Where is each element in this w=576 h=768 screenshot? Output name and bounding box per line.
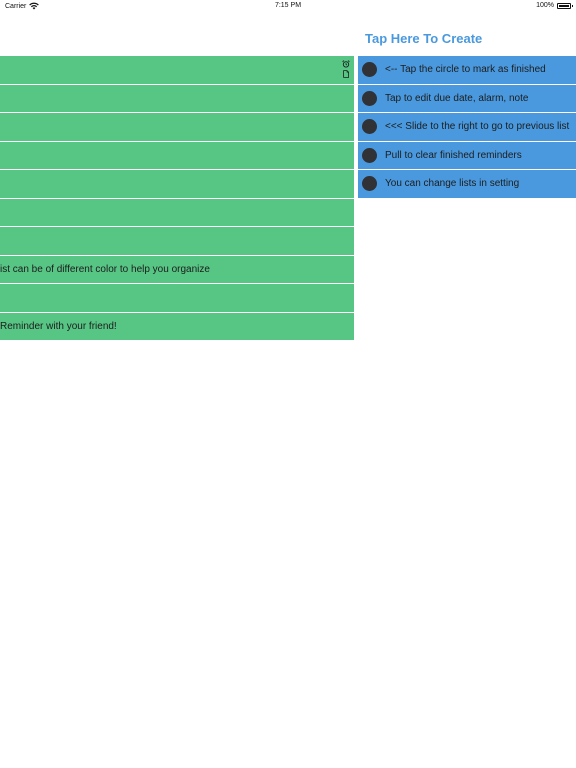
current-list: <-- Tap the circle to mark as finished Ta… [358, 56, 576, 199]
list-item[interactable] [0, 141, 354, 170]
list-item[interactable]: ist can be of different color to help yo… [0, 255, 354, 284]
list-item[interactable] [0, 84, 354, 113]
complete-circle-button[interactable] [362, 90, 377, 106]
list-item[interactable] [0, 170, 354, 199]
status-time: 7:15 PM [274, 2, 302, 9]
list-item-text: You can change lists in setting [385, 178, 520, 190]
battery-percent: 100% [536, 2, 554, 9]
list-item[interactable]: You can change lists in setting [358, 170, 576, 199]
complete-circle-button[interactable] [362, 62, 377, 77]
previous-list: ist can be of different color to help yo… [0, 56, 354, 341]
complete-circle-button[interactable] [362, 119, 377, 134]
list-item[interactable]: Tap to edit due date, alarm, note [358, 84, 576, 113]
list-item-text: Reminder with your friend! [0, 320, 117, 332]
complete-circle-button[interactable] [362, 147, 377, 163]
list-item-text: <<< Slide to the right to go to previous… [385, 121, 570, 133]
list-item[interactable] [0, 227, 354, 256]
complete-circle-button[interactable] [362, 176, 377, 191]
list-item[interactable] [0, 113, 354, 142]
battery-fill [559, 4, 569, 7]
list-item[interactable]: Reminder with your friend! [0, 312, 354, 341]
alarm-icon [342, 60, 350, 68]
note-icon [343, 70, 349, 78]
list-item[interactable] [0, 198, 354, 227]
list-item-text: Tap to edit due date, alarm, note [385, 92, 529, 104]
app-screen: Carrier 7:15 PM 100% Tap Here To Create … [0, 0, 576, 768]
row-icons [342, 60, 350, 78]
list-item[interactable]: <<< Slide to the right to go to previous… [358, 113, 576, 142]
create-reminder-button[interactable]: Tap Here To Create [365, 31, 482, 46]
status-bar: Carrier 7:15 PM 100% [0, 0, 576, 14]
list-item-text: Pull to clear finished reminders [385, 149, 522, 161]
list-item[interactable]: Pull to clear finished reminders [358, 141, 576, 170]
list-item-text: ist can be of different color to help yo… [0, 263, 210, 275]
list-item[interactable] [0, 284, 354, 313]
status-battery: 100% [536, 2, 573, 9]
battery-icon [557, 2, 573, 9]
list-item[interactable] [0, 56, 354, 85]
list-item[interactable]: <-- Tap the circle to mark as finished [358, 56, 576, 85]
list-item-text: <-- Tap the circle to mark as finished [385, 64, 546, 76]
